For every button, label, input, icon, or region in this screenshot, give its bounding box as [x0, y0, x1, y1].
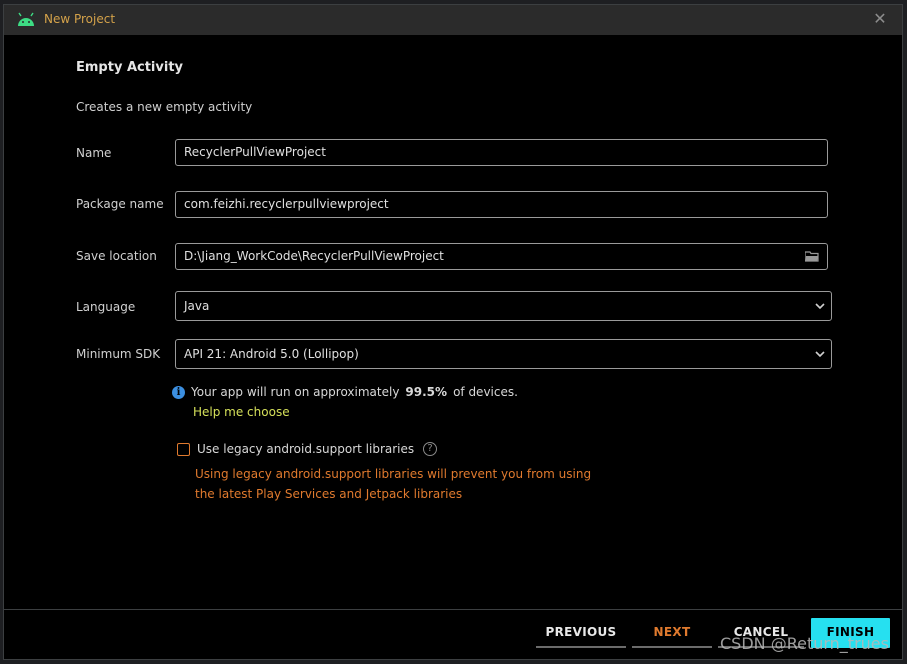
- minimum-sdk-label: Minimum SDK: [76, 347, 161, 361]
- language-select[interactable]: Java: [175, 291, 832, 321]
- name-label: Name: [76, 146, 112, 160]
- language-value: Java: [184, 299, 210, 313]
- legacy-warning-line2: the latest Play Services and Jetpack lib…: [195, 487, 463, 501]
- footer-divider: [4, 609, 902, 610]
- template-heading: Empty Activity: [76, 60, 184, 75]
- chevron-down-icon: [815, 351, 825, 358]
- coverage-suffix: of devices.: [453, 385, 518, 399]
- coverage-percent: 99.5%: [405, 385, 448, 399]
- chevron-down-icon: [815, 303, 825, 310]
- language-label: Language: [76, 300, 136, 314]
- legacy-support-label[interactable]: Use legacy android.support libraries: [197, 442, 414, 456]
- device-coverage-info: i Your app will run on approximately 99.…: [172, 385, 518, 399]
- coverage-prefix: Your app will run on approximately: [191, 385, 400, 399]
- folder-icon[interactable]: [805, 250, 819, 262]
- save-location-field[interactable]: D:\Jiang_WorkCode\RecyclerPullViewProjec…: [175, 243, 828, 270]
- dialog-title: New Project: [44, 12, 116, 26]
- name-field[interactable]: RecyclerPullViewProject: [175, 139, 828, 166]
- watermark: CSDN @Return_trues: [720, 634, 889, 653]
- android-icon: [18, 12, 34, 26]
- minimum-sdk-select[interactable]: API 21: Android 5.0 (Lollipop): [175, 339, 832, 369]
- legacy-support-checkbox[interactable]: [177, 443, 190, 456]
- minimum-sdk-value: API 21: Android 5.0 (Lollipop): [184, 347, 359, 361]
- legacy-warning: Using legacy android.support libraries w…: [195, 464, 591, 504]
- package-name-label: Package name: [76, 197, 164, 211]
- info-icon: i: [172, 385, 185, 399]
- title-bar: New Project ✕: [4, 5, 902, 35]
- question-icon[interactable]: ?: [423, 442, 437, 456]
- previous-button[interactable]: PREVIOUS: [536, 618, 626, 648]
- new-project-dialog: New Project ✕ Empty Activity Creates a n…: [3, 4, 903, 660]
- save-location-label: Save location: [76, 249, 157, 263]
- package-name-field[interactable]: com.feizhi.recyclerpullviewproject: [175, 191, 828, 218]
- template-description: Creates a new empty activity: [76, 100, 253, 114]
- save-location-value: D:\Jiang_WorkCode\RecyclerPullViewProjec…: [184, 249, 444, 263]
- help-me-choose-link[interactable]: Help me choose: [193, 405, 290, 419]
- next-button[interactable]: NEXT: [632, 618, 712, 648]
- legacy-warning-line1: Using legacy android.support libraries w…: [195, 467, 592, 481]
- close-icon[interactable]: ✕: [870, 9, 890, 29]
